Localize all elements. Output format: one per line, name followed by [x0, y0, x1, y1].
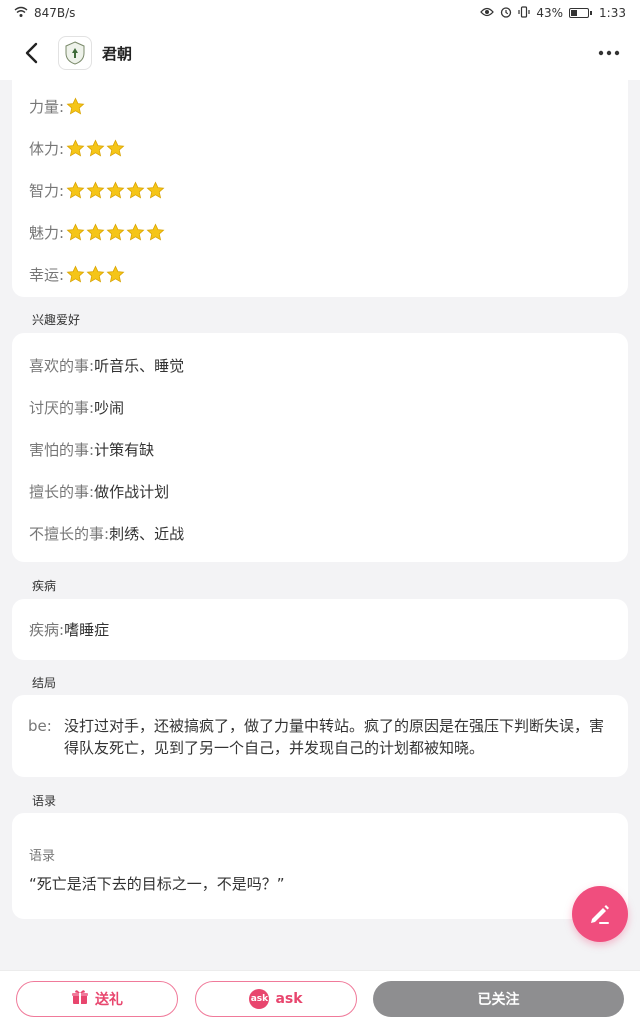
star-icon — [66, 139, 85, 158]
attribute-row: 智力: — [29, 180, 165, 201]
gift-button[interactable]: 送礼 — [16, 981, 178, 1017]
hobby-row-good-at: 擅长的事: 做作战计划 — [29, 481, 169, 502]
star-icon — [146, 223, 165, 242]
attribute-label: 智力: — [29, 182, 65, 200]
ending-card: be: 没打过对手，还被搞疯了，做了力量中转站。疯了的原因是在强压下判断失误，害… — [12, 695, 628, 777]
attribute-row: 魅力: — [29, 222, 165, 243]
hobby-label: 擅长的事: — [29, 483, 95, 501]
hobby-label: 喜欢的事: — [29, 357, 95, 375]
wifi-icon — [14, 6, 28, 21]
ending-label: be: — [28, 717, 52, 735]
attribute-row: 幸运: — [29, 264, 125, 285]
star-icon — [106, 265, 125, 284]
star-rating — [66, 265, 125, 284]
star-rating — [66, 139, 125, 158]
quote-text: “死亡是活下去的目标之一，不是吗？” — [29, 875, 285, 893]
star-icon — [66, 265, 85, 284]
back-icon[interactable] — [16, 38, 46, 68]
avatar[interactable] — [58, 36, 92, 70]
disease-label: 疾病: — [29, 621, 65, 639]
star-icon — [66, 97, 85, 116]
attribute-label: 力量: — [29, 98, 65, 116]
ending-row: be: 没打过对手，还被搞疯了，做了力量中转站。疯了的原因是在强压下判断失误，害… — [28, 715, 618, 759]
hobby-value: 计策有缺 — [94, 441, 155, 459]
star-rating — [66, 97, 85, 116]
hobby-row-fear: 害怕的事: 计策有缺 — [29, 439, 154, 460]
disease-card: 疾病: 嗜睡症 — [12, 599, 628, 660]
hobbies-card: 喜欢的事: 听音乐、睡觉 讨厌的事: 吵闹 害怕的事: 计策有缺 擅长的事: 做… — [12, 333, 628, 562]
ending-section-title: 结局 — [32, 676, 57, 690]
eye-icon — [480, 6, 495, 20]
star-icon — [106, 223, 125, 242]
battery-percent: 43% — [536, 6, 564, 20]
hobby-row-like: 喜欢的事: 听音乐、睡觉 — [29, 355, 184, 376]
profile-content[interactable]: 力量: 体力: 智力: 魅力: 幸运: 兴趣爱好 喜欢的事: 听音乐、睡觉 讨厌的事: … — [0, 80, 640, 970]
hobby-label: 讨厌的事: — [29, 399, 95, 417]
star-icon — [66, 181, 85, 200]
hobby-row-dislike: 讨厌的事: 吵闹 — [29, 397, 124, 418]
page-title: 君朝 — [102, 44, 133, 63]
hobby-label: 害怕的事: — [29, 441, 95, 459]
hobby-value: 刺绣、近战 — [109, 525, 185, 543]
star-icon — [126, 223, 145, 242]
status-left: 847B/s — [14, 6, 75, 21]
attribute-row: 体力: — [29, 138, 125, 159]
gift-icon — [71, 988, 89, 1010]
hobby-value: 听音乐、睡觉 — [94, 357, 185, 375]
clock: 1:33 — [599, 6, 626, 20]
status-right: 43% 1:33 — [480, 5, 626, 21]
quote-label: 语录 — [29, 849, 56, 864]
star-rating — [66, 223, 165, 242]
disease-row: 疾病: 嗜睡症 — [29, 619, 109, 640]
ending-value: 没打过对手，还被搞疯了，做了力量中转站。疯了的原因是在强压下判断失误，害得队友死… — [64, 717, 605, 757]
ask-button[interactable]: ask ask — [195, 981, 357, 1017]
network-speed: 847B/s — [34, 6, 76, 20]
header: 君朝 — [0, 26, 640, 80]
attributes-card: 力量: 体力: 智力: 魅力: 幸运: — [12, 80, 628, 297]
star-icon — [146, 181, 165, 200]
star-icon — [126, 181, 145, 200]
gift-label: 送礼 — [95, 992, 123, 1008]
attribute-label: 魅力: — [29, 224, 65, 242]
ask-label: ask — [275, 991, 303, 1007]
battery-icon — [569, 8, 593, 18]
hobbies-section-title: 兴趣爱好 — [32, 313, 81, 327]
vibrate-icon — [518, 5, 530, 21]
star-icon — [86, 181, 105, 200]
hobby-label: 不擅长的事: — [29, 525, 110, 543]
bottom-action-bar: 送礼 ask ask 已关注 — [0, 970, 640, 1024]
hobby-row-bad-at: 不擅长的事: 刺绣、近战 — [29, 523, 184, 544]
edit-button[interactable] — [572, 886, 628, 942]
star-icon — [86, 139, 105, 158]
followed-button[interactable]: 已关注 — [373, 981, 624, 1017]
quotes-section-title: 语录 — [32, 794, 57, 808]
attribute-label: 幸运: — [29, 266, 65, 284]
disease-value: 嗜睡症 — [64, 621, 110, 639]
star-icon — [106, 181, 125, 200]
hobby-value: 吵闹 — [94, 399, 125, 417]
disease-section-title: 疾病 — [32, 579, 57, 593]
more-icon[interactable] — [594, 38, 624, 68]
hobby-value: 做作战计划 — [94, 483, 170, 501]
status-bar: 847B/s 43% 1:33 — [0, 0, 640, 26]
star-icon — [86, 265, 105, 284]
alarm-icon — [500, 6, 512, 21]
attribute-row: 力量: — [29, 96, 85, 117]
ask-icon: ask — [249, 989, 270, 1009]
pencil-icon — [591, 905, 609, 924]
attribute-label: 体力: — [29, 140, 65, 158]
star-icon — [66, 223, 85, 242]
quotes-card: 语录 “死亡是活下去的目标之一，不是吗？” — [12, 813, 628, 919]
star-rating — [66, 181, 165, 200]
star-icon — [106, 139, 125, 158]
star-icon — [86, 223, 105, 242]
